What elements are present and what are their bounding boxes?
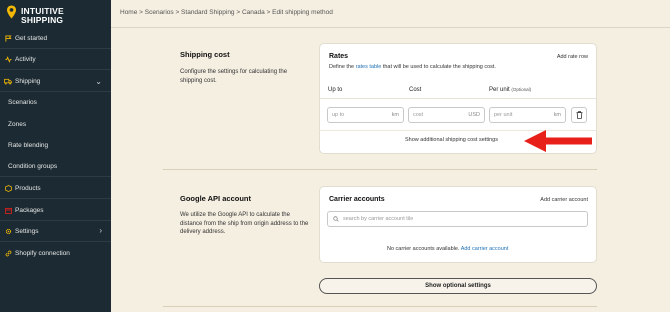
sidebar-item-label: Activity xyxy=(15,55,36,63)
sidebar-item-packages[interactable]: Packages xyxy=(0,200,111,221)
google-api-title: Google API account xyxy=(180,194,251,203)
optional-label: (Optional) xyxy=(511,87,532,92)
column-header-cost: Cost xyxy=(409,87,422,93)
search-icon xyxy=(333,216,339,222)
sidebar-item-rate-blending[interactable]: Rate blending xyxy=(0,135,111,156)
arrow-annotation-icon xyxy=(524,130,592,152)
delete-row-button[interactable] xyxy=(571,107,587,123)
brand-logo[interactable]: INTUITIVE SHIPPING xyxy=(4,4,108,26)
link-icon xyxy=(4,250,12,258)
flag-icon xyxy=(4,34,12,42)
shipping-cost-title: Shipping cost xyxy=(180,50,230,59)
rates-desc-prefix: Define the xyxy=(329,64,355,70)
sidebar-item-shipping[interactable]: Shipping ⌄ xyxy=(0,71,111,92)
sidebar-item-label: Zones xyxy=(8,121,27,128)
brand-line-2: SHIPPING xyxy=(21,15,64,25)
up-to-placeholder: up to xyxy=(332,112,345,118)
sidebar-item-shopify-connection[interactable]: Shopify connection xyxy=(0,243,111,264)
show-additional-shipping-cost-link[interactable]: Show additional shipping cost settings xyxy=(405,137,498,143)
chevron-right-icon[interactable]: › xyxy=(99,226,102,235)
sidebar-item-label: Scenarios xyxy=(8,99,37,106)
sidebar-item-label: Packages xyxy=(15,206,44,214)
add-carrier-account-link[interactable]: Add carrier account xyxy=(540,197,588,203)
gear-icon xyxy=(4,227,12,235)
up-to-unit: km xyxy=(391,112,399,118)
activity-icon xyxy=(4,55,12,63)
box-icon xyxy=(4,184,12,192)
rates-table-link[interactable]: rates table xyxy=(356,64,382,70)
google-api-description: We utilize the Google API to calculate t… xyxy=(180,212,309,235)
sidebar-item-condition-groups[interactable]: Condition groups xyxy=(0,156,111,177)
per-unit-placeholder: per unit xyxy=(494,112,513,118)
cost-unit: USD xyxy=(468,112,480,118)
add-rate-row-link[interactable]: Add rate row xyxy=(557,54,588,60)
carrier-empty-message: No carrier accounts available. Add carri… xyxy=(387,246,508,252)
bottom-divider xyxy=(163,306,597,307)
package-icon xyxy=(4,206,12,214)
up-to-input[interactable]: up to km xyxy=(327,107,404,123)
section-divider xyxy=(163,169,597,170)
sidebar-item-label: Shipping xyxy=(15,77,41,85)
cost-input[interactable]: cost USD xyxy=(408,107,485,123)
sidebar-item-scenarios[interactable]: Scenarios xyxy=(0,92,111,113)
column-header-per-unit: Per unit (Optional) xyxy=(489,87,531,93)
rates-title: Rates xyxy=(329,53,349,60)
location-pin-icon xyxy=(6,5,17,19)
sidebar: INTUITIVE SHIPPING Get started Activity … xyxy=(0,0,111,312)
sidebar-item-zones[interactable]: Zones xyxy=(0,114,111,135)
sidebar-item-get-started[interactable]: Get started xyxy=(0,28,111,49)
show-optional-settings-button[interactable]: Show optional settings xyxy=(319,278,597,294)
rates-desc-suffix: that will be used to calculate the shipp… xyxy=(382,64,496,70)
trash-icon xyxy=(576,111,582,119)
sidebar-item-label: Rate blending xyxy=(8,142,49,149)
column-header-up-to: Up to xyxy=(328,87,343,93)
sidebar-item-label: Products xyxy=(15,184,41,192)
shipping-cost-description: Configure the settings for calculating t… xyxy=(180,69,288,84)
per-unit-unit: km xyxy=(553,112,561,118)
sidebar-item-label: Settings xyxy=(15,227,39,235)
chevron-down-icon[interactable]: ⌄ xyxy=(95,77,102,86)
sidebar-item-activity[interactable]: Activity xyxy=(0,49,111,70)
rates-header-divider xyxy=(319,98,597,99)
carrier-search-input[interactable]: search by carrier account tile xyxy=(327,211,588,227)
carrier-empty-text: No carrier accounts available. xyxy=(387,246,460,252)
truck-icon xyxy=(4,77,12,85)
per-unit-label: Per unit xyxy=(489,87,510,93)
sidebar-item-label: Get started xyxy=(15,34,48,42)
carrier-search-placeholder: search by carrier account tile xyxy=(343,216,414,222)
sidebar-item-label: Condition groups xyxy=(8,162,58,170)
carrier-accounts-title: Carrier accounts xyxy=(329,196,385,203)
sidebar-item-settings[interactable]: Settings › xyxy=(0,221,111,242)
carrier-empty-add-link[interactable]: Add carrier account xyxy=(461,246,509,252)
header-divider xyxy=(111,27,670,28)
cost-placeholder: cost xyxy=(413,112,424,118)
sidebar-item-products[interactable]: Products xyxy=(0,178,111,199)
per-unit-input[interactable]: per unit km xyxy=(489,107,566,123)
breadcrumb[interactable]: Home > Scenarios > Standard Shipping > C… xyxy=(120,9,333,16)
rates-description: Define the rates table that will be used… xyxy=(329,64,496,70)
sidebar-item-label: Shopify connection xyxy=(15,250,70,257)
